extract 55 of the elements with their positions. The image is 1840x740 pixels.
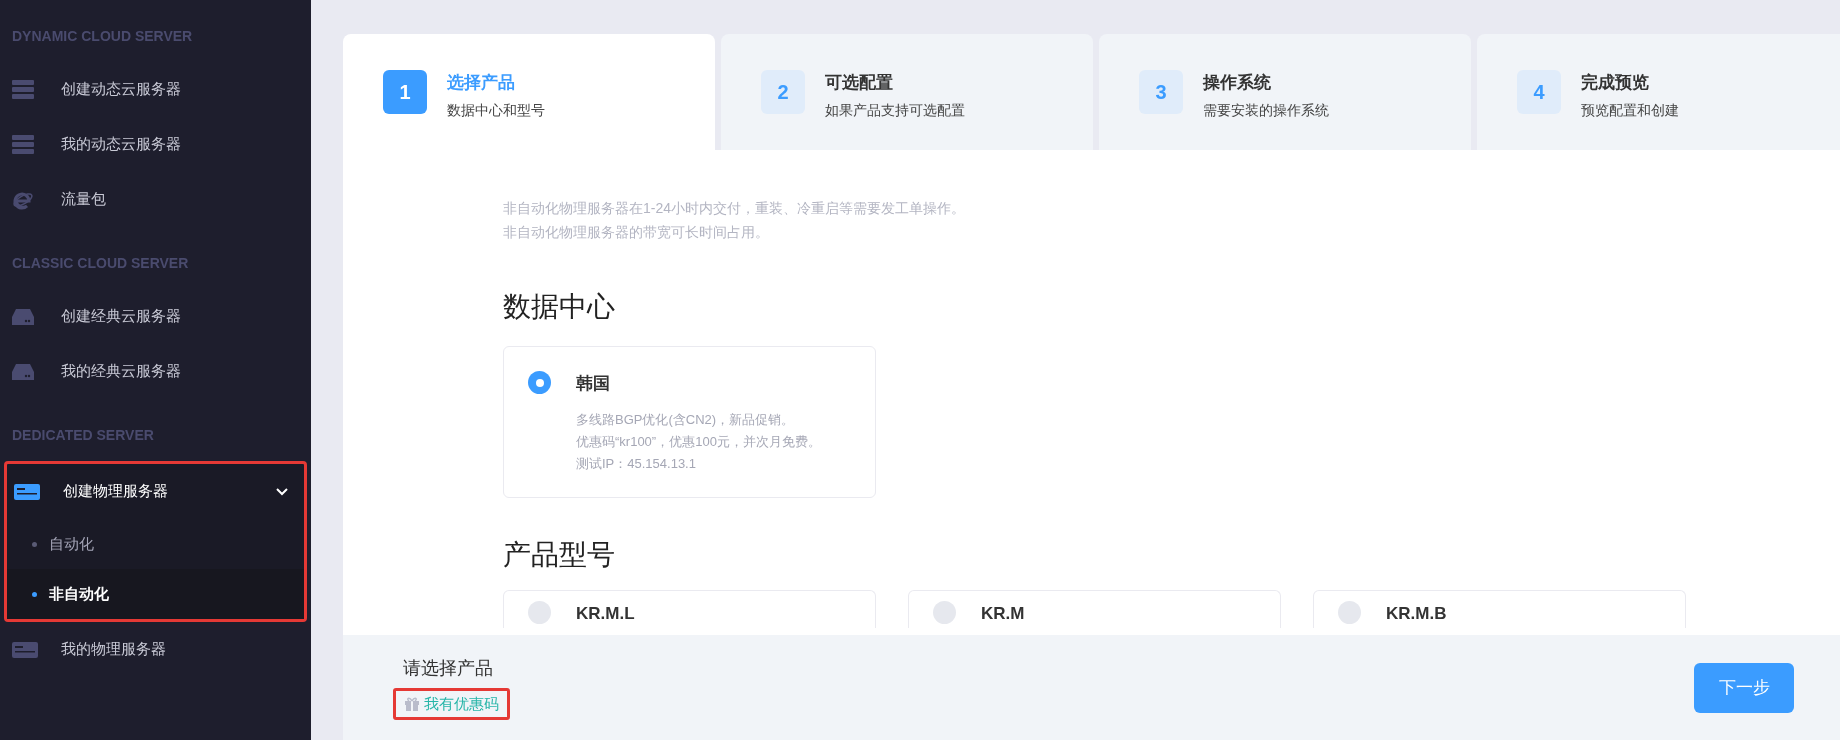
step-title: 完成预览	[1581, 72, 1650, 94]
step-subtitle: 数据中心和型号	[447, 100, 545, 120]
radio-button[interactable]	[528, 371, 551, 394]
gift-icon	[404, 696, 420, 712]
step-tab[interactable]: 3 操作系统 需要安装的操作系统	[1099, 34, 1471, 150]
step-number: 1	[383, 70, 427, 114]
section-heading: 数据中心	[503, 290, 616, 324]
datacenter-detail: 优惠码“kr100”，优惠100元，并次月免费。	[576, 432, 821, 451]
product-name: KR.M	[981, 603, 1025, 625]
sidebar-item[interactable]: 创建动态云服务器	[0, 62, 311, 117]
product-card[interactable]: KR.M	[908, 590, 1281, 628]
section-heading: 产品型号	[503, 538, 616, 572]
datacenter-detail: 多线路BGP优化(含CN2)，新品促销。	[576, 410, 796, 429]
step-subtitle: 如果产品支持可选配置	[825, 100, 965, 120]
step-number: 2	[761, 70, 805, 114]
hard-drive-icon	[12, 308, 34, 325]
step-tab[interactable]: 4 完成预览 预览配置和创建	[1477, 34, 1840, 150]
submenu-item[interactable]: 非自动化	[7, 569, 304, 619]
server-card-icon	[12, 641, 38, 658]
step-title: 可选配置	[825, 72, 894, 94]
section-header: DEDICATED SERVER	[11, 425, 155, 445]
radio-button[interactable]	[528, 601, 551, 624]
section-header: CLASSIC CLOUD SERVER	[11, 253, 190, 273]
datacenter-card[interactable]: 韩国 多线路BGP优化(含CN2)，新品促销。 优惠码“kr100”，优惠100元，并次月免费。 测试IP：45.154.13.1	[503, 346, 876, 498]
sidebar-item[interactable]: 创建物理服务器	[7, 464, 304, 519]
server-stack-icon	[12, 134, 34, 155]
notice-text: 非自动化物理服务器的带宽可长时间占用。	[503, 223, 770, 242]
step-number: 4	[1517, 70, 1561, 114]
notice-text: 非自动化物理服务器在1-24小时内交付，重装、冷重启等需要发工单操作。	[503, 199, 967, 218]
sidebar-item[interactable]: 我的动态云服务器	[0, 117, 311, 172]
radio-button[interactable]	[1338, 601, 1361, 624]
hard-drive-icon	[12, 363, 34, 380]
step-subtitle: 预览配置和创建	[1581, 100, 1679, 120]
product-name: KR.M.B	[1386, 603, 1447, 625]
step-number: 3	[1139, 70, 1183, 114]
step-title: 选择产品	[447, 72, 516, 94]
server-card-icon	[14, 483, 40, 500]
sidebar-item[interactable]: 创建经典云服务器	[0, 289, 311, 344]
sidebar-item[interactable]: 我的经典云服务器	[0, 344, 311, 399]
datacenter-name: 韩国	[576, 373, 611, 395]
submenu-item[interactable]: 自动化	[7, 519, 304, 569]
sidebar-item[interactable]: 我的物理服务器	[0, 622, 311, 677]
datacenter-detail: 测试IP：45.154.13.1	[576, 454, 697, 473]
step-tab[interactable]: 1 选择产品 数据中心和型号	[343, 34, 715, 150]
server-stack-icon	[12, 79, 34, 100]
product-name: KR.M.L	[576, 603, 635, 625]
step-subtitle: 需要安装的操作系统	[1203, 100, 1329, 120]
product-card[interactable]: KR.M.L	[503, 590, 876, 628]
radio-button[interactable]	[933, 601, 956, 624]
step-title: 操作系统	[1203, 72, 1272, 94]
prompt-text: 请选择产品	[403, 656, 494, 680]
section-header: DYNAMIC CLOUD SERVER	[11, 26, 194, 46]
step-tab[interactable]: 2 可选配置 如果产品支持可选配置	[721, 34, 1093, 150]
sidebar-item[interactable]: 流量包	[0, 172, 311, 227]
product-card[interactable]: KR.M.B	[1313, 590, 1686, 628]
